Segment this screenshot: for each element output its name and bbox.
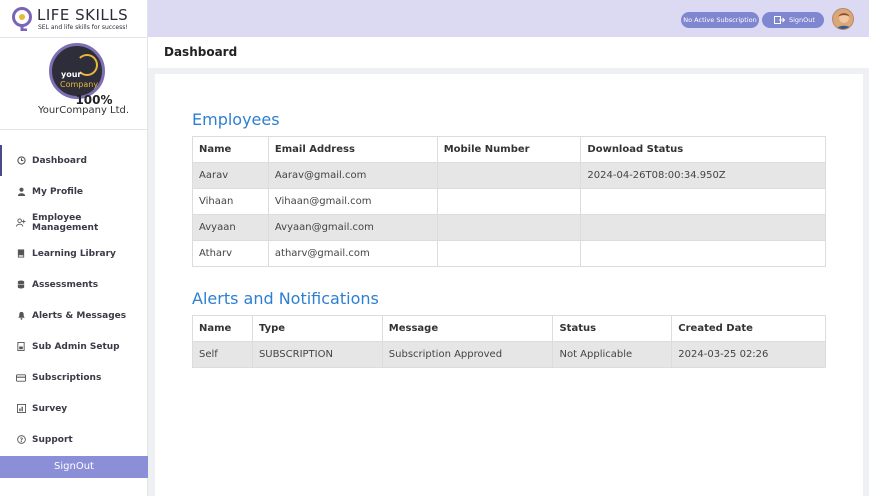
cell-download-status bbox=[580, 214, 826, 241]
divider bbox=[0, 129, 148, 130]
alerts-table: Name Type Message Status Created Date Se… bbox=[192, 315, 826, 368]
cell-email: Vihaan@gmail.com bbox=[267, 188, 438, 215]
question-icon: ? bbox=[16, 435, 26, 445]
cell-created-date: 2024-03-25 02:26 bbox=[671, 341, 826, 368]
table-row[interactable]: Atharv atharv@gmail.com bbox=[192, 240, 826, 267]
sidebar-item-sub-admin-setup[interactable]: Sub Admin Setup bbox=[0, 331, 148, 362]
column-header[interactable]: Created Date bbox=[671, 315, 826, 342]
sidebar-item-assessments[interactable]: Assessments bbox=[0, 269, 148, 300]
sidebar-item-label: Sub Admin Setup bbox=[32, 341, 120, 352]
database-icon bbox=[16, 280, 26, 290]
table-header-row: Name Type Message Status Created Date bbox=[192, 315, 826, 342]
column-header[interactable]: Email Address bbox=[267, 136, 438, 163]
cell-mobile bbox=[436, 214, 582, 241]
sidebar-item-label: My Profile bbox=[32, 186, 84, 197]
brand-name: LIFE SKILLS bbox=[37, 6, 129, 24]
cell-name: Avyaan bbox=[192, 214, 269, 241]
sidebar-item-subscriptions[interactable]: Subscriptions bbox=[0, 362, 148, 393]
column-header[interactable]: Mobile Number bbox=[436, 136, 582, 163]
sidebar-item-dashboard[interactable]: Dashboard bbox=[0, 145, 148, 176]
sidebar-item-label: Subscriptions bbox=[32, 372, 102, 383]
sidebar-nav: Dashboard My Profile Employee Management… bbox=[0, 145, 148, 455]
column-header[interactable]: Status bbox=[552, 315, 673, 342]
cell-download-status bbox=[580, 188, 826, 215]
sidebar-item-survey[interactable]: Survey bbox=[0, 393, 148, 424]
cell-message: Subscription Approved bbox=[381, 341, 554, 368]
cell-status: Not Applicable bbox=[552, 341, 673, 368]
cell-name: Atharv bbox=[192, 240, 269, 267]
sidebar-item-label: Employee Management bbox=[32, 212, 99, 233]
company-name: YourCompany Ltd. bbox=[37, 105, 130, 116]
clock-icon bbox=[16, 156, 26, 166]
column-header[interactable]: Download Status bbox=[580, 136, 826, 163]
subscription-status-button[interactable]: No Active Subscription bbox=[681, 12, 759, 28]
cell-name: Self bbox=[192, 341, 253, 368]
cell-name: Aarav bbox=[192, 162, 269, 189]
page-header: Dashboard bbox=[148, 37, 869, 68]
cell-name: Vihaan bbox=[192, 188, 269, 215]
column-header[interactable]: Name bbox=[192, 136, 269, 163]
sidebar-item-alerts-messages[interactable]: Alerts & Messages bbox=[0, 300, 148, 331]
cell-email: atharv@gmail.com bbox=[267, 240, 438, 267]
user-plus-icon bbox=[16, 218, 26, 228]
sidebar-item-label: Assessments bbox=[32, 279, 99, 290]
signout-label: SignOut bbox=[789, 16, 815, 24]
company-logo-word-1: your bbox=[61, 70, 82, 79]
divider bbox=[0, 37, 148, 38]
sidebar: LIFE SKILLS SEL and life skills for succ… bbox=[0, 0, 148, 496]
page-title: Dashboard bbox=[164, 45, 238, 59]
table-row[interactable]: Avyaan Avyaan@gmail.com bbox=[192, 214, 826, 241]
sidebar-item-label: Survey bbox=[32, 403, 68, 414]
user-icon bbox=[16, 187, 26, 197]
brand-logo[interactable]: LIFE SKILLS SEL and life skills for succ… bbox=[11, 6, 141, 34]
user-avatar[interactable] bbox=[832, 8, 854, 30]
column-header[interactable]: Type bbox=[251, 315, 383, 342]
table-row[interactable]: Self SUBSCRIPTION Subscription Approved … bbox=[192, 341, 826, 368]
avatar-icon bbox=[833, 9, 853, 29]
signout-button[interactable]: SignOut bbox=[762, 12, 824, 28]
sidebar-item-learning-library[interactable]: Learning Library bbox=[0, 238, 148, 269]
bell-icon bbox=[16, 311, 26, 321]
chart-icon bbox=[16, 404, 26, 414]
book-icon bbox=[16, 249, 26, 259]
sidebar-item-label: Dashboard bbox=[32, 155, 87, 166]
column-header[interactable]: Name bbox=[192, 315, 253, 342]
cell-download-status bbox=[580, 240, 826, 267]
alerts-title: Alerts and Notifications bbox=[192, 289, 379, 308]
logout-icon bbox=[774, 16, 785, 24]
cell-email: Avyaan@gmail.com bbox=[267, 214, 438, 241]
sidebar-item-my-profile[interactable]: My Profile bbox=[0, 176, 148, 207]
column-header[interactable]: Message bbox=[381, 315, 554, 342]
sidebar-item-employee-management[interactable]: Employee Management bbox=[0, 207, 148, 238]
cell-mobile bbox=[436, 188, 582, 215]
top-bar: No Active Subscription SignOut bbox=[148, 0, 869, 37]
table-row[interactable]: Vihaan Vihaan@gmail.com bbox=[192, 188, 826, 215]
brand-tagline: SEL and life skills for success! bbox=[38, 24, 128, 31]
card-icon bbox=[16, 373, 26, 383]
cell-email: Aarav@gmail.com bbox=[267, 162, 438, 189]
content-card: Employees Name Email Address Mobile Numb… bbox=[155, 74, 863, 496]
employees-title: Employees bbox=[192, 110, 280, 129]
table-header-row: Name Email Address Mobile Number Downloa… bbox=[192, 136, 826, 163]
sidebar-item-support[interactable]: ? Support bbox=[0, 424, 148, 455]
cell-type: SUBSCRIPTION bbox=[251, 341, 383, 368]
brand-logo-icon bbox=[12, 7, 32, 31]
table-row[interactable]: Aarav Aarav@gmail.com 2024-04-26T08:00:3… bbox=[192, 162, 826, 189]
sidebar-item-label: Alerts & Messages bbox=[32, 310, 127, 321]
employees-table: Name Email Address Mobile Number Downloa… bbox=[192, 136, 826, 267]
document-icon bbox=[16, 342, 26, 352]
company-logo-word-2: Company bbox=[60, 80, 99, 89]
company-avatar: your Company bbox=[49, 43, 105, 99]
cell-mobile bbox=[436, 240, 582, 267]
sidebar-signout-button[interactable]: SignOut bbox=[0, 456, 148, 478]
sidebar-item-label: Learning Library bbox=[32, 248, 116, 259]
sidebar-item-label: Support bbox=[32, 434, 73, 445]
cell-download-status: 2024-04-26T08:00:34.950Z bbox=[580, 162, 826, 189]
cell-mobile bbox=[436, 162, 582, 189]
